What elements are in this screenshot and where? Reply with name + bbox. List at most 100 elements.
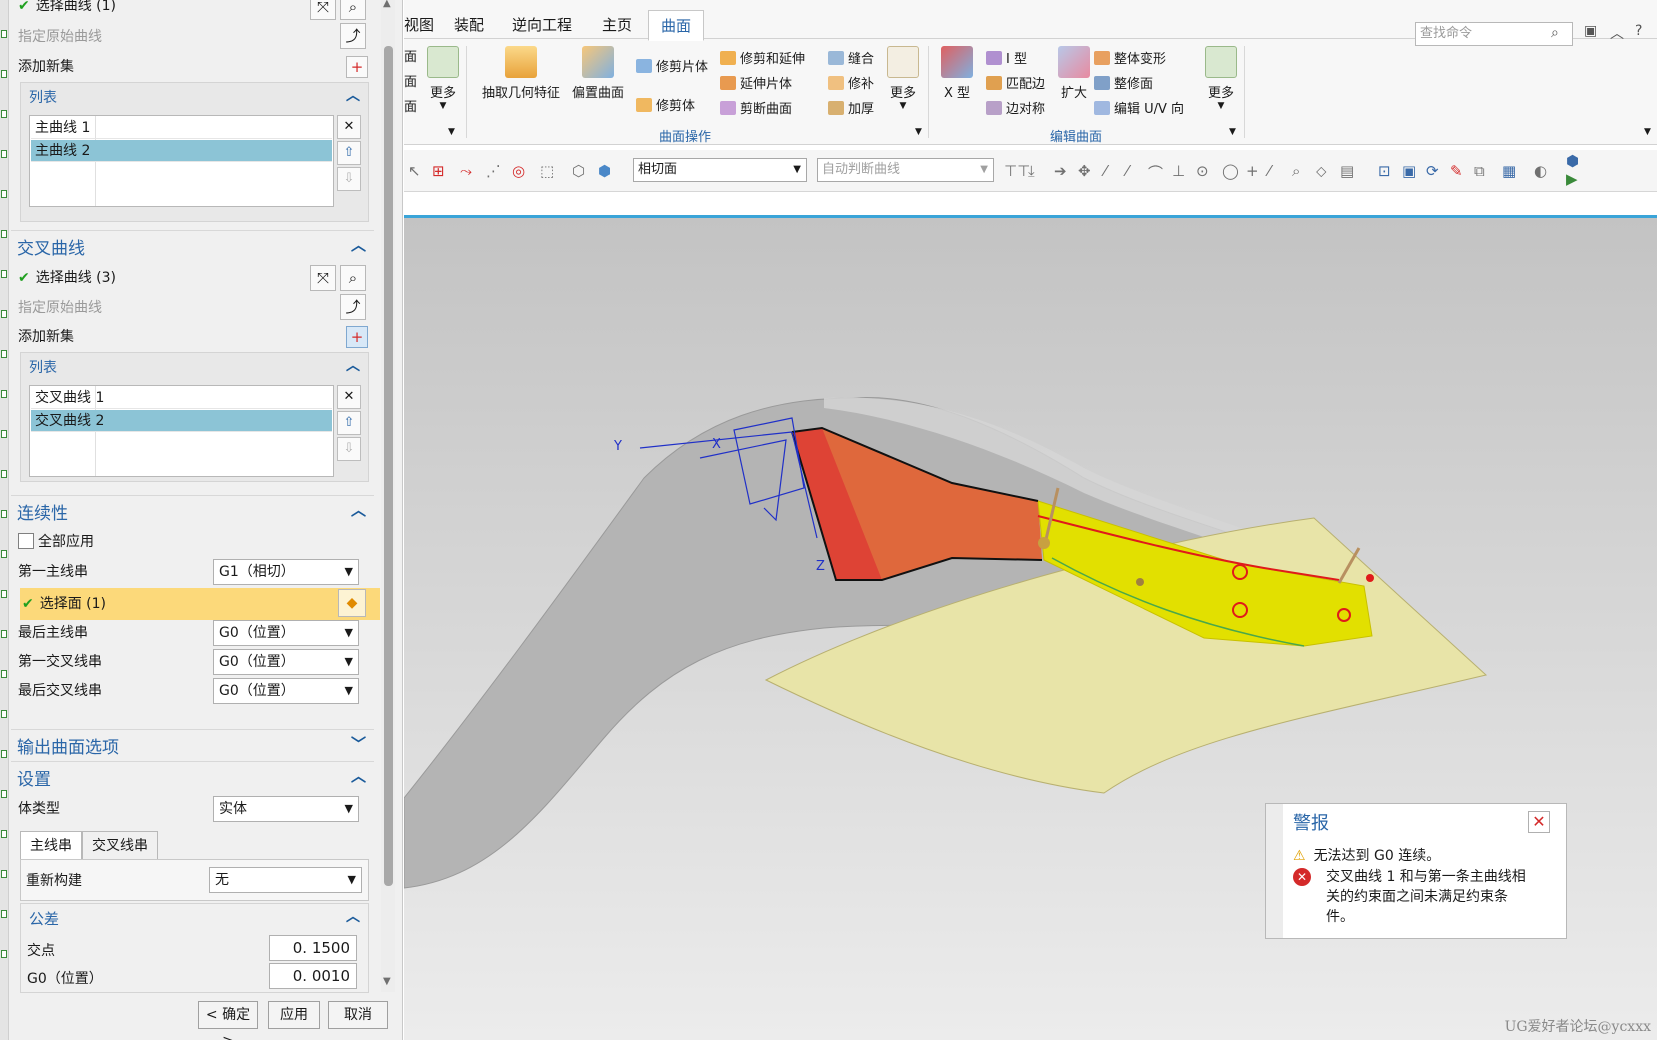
snap-intersect-icon[interactable]: ⊥ <box>1172 162 1185 180</box>
x-form-button[interactable]: X 型 <box>934 46 980 101</box>
curve-rule-select[interactable]: 自动判断曲线 ▼ <box>817 158 994 182</box>
patch-button[interactable]: 修补 <box>828 73 874 92</box>
partial-command[interactable]: 面 <box>404 96 417 115</box>
add-set-icon[interactable]: + <box>346 326 368 348</box>
primary-select-curve[interactable]: ✔ 选择曲线 (1) <box>18 0 116 18</box>
intersection-tolerance-input[interactable]: 0. 1500 <box>269 935 357 961</box>
sew-button[interactable]: 缝合 <box>828 48 874 67</box>
edit-uv-button[interactable]: 编辑 U/V 向 <box>1094 98 1184 117</box>
group-expand-icon[interactable]: ▼ <box>915 127 922 137</box>
enlarge-button[interactable]: 扩大 <box>1054 46 1094 101</box>
snap-mid-icon[interactable]: ⤓ <box>1028 162 1035 180</box>
more-button[interactable]: 更多 ▼ <box>1200 46 1242 111</box>
expand-icon[interactable]: ﹀ <box>351 733 366 754</box>
select-curve-icon[interactable]: ⌕ <box>340 0 366 20</box>
control-point[interactable] <box>1366 574 1374 582</box>
tab-primary-strings[interactable]: 主线串 <box>20 831 82 860</box>
snap-tangent-icon[interactable]: ⁄ <box>1126 162 1129 180</box>
cancel-button[interactable]: 取消 <box>328 1001 388 1029</box>
collapse-icon[interactable]: ︿ <box>346 85 360 105</box>
collapse-icon[interactable]: ︿ <box>346 355 360 375</box>
collapse-icon[interactable]: ︿ <box>346 906 360 926</box>
restore-icon[interactable]: ▣ <box>1584 23 1597 39</box>
remove-icon[interactable]: ✕ <box>337 385 361 409</box>
face-rule-select[interactable]: 相切面 ▼ <box>633 158 807 182</box>
orient-view-icon[interactable]: ⬢ <box>1566 152 1579 170</box>
tab-assembly[interactable]: 装配 <box>454 14 484 35</box>
snap-bounded-icon[interactable]: ⬦ <box>1316 162 1327 180</box>
rectangle-select-icon[interactable]: ⬚ <box>540 162 554 180</box>
rotate-icon[interactable]: ⟳ <box>1426 162 1439 180</box>
partial-command[interactable]: 面 <box>404 71 417 90</box>
list-item[interactable]: 交叉曲线 2 <box>31 410 332 432</box>
fix-surface-button[interactable]: 整修面 <box>1094 73 1153 92</box>
command-search-input[interactable]: 查找命令 <box>1415 22 1573 46</box>
edge-symmetry-button[interactable]: 边对称 <box>986 98 1045 117</box>
g0-tolerance-input[interactable]: 0. 0010 <box>269 963 357 989</box>
add-set-icon[interactable]: + <box>346 56 368 78</box>
tab-reverse-engineering[interactable]: 逆向工程 <box>512 14 572 35</box>
origin-curve-icon[interactable]: ⤴ <box>340 294 366 320</box>
select-solid-icon[interactable]: ⬢ <box>598 162 611 180</box>
list-item[interactable]: 主曲线 2 <box>31 140 332 162</box>
scrollbar-thumb[interactable] <box>384 46 393 886</box>
list-item[interactable]: 交叉曲线 1 <box>31 387 332 409</box>
help-icon[interactable]: ? <box>1635 23 1642 39</box>
render-style-icon[interactable]: ▦ <box>1502 162 1516 180</box>
ribbon-options-icon[interactable]: ▼ <box>1644 127 1651 137</box>
collapse-ribbon-icon[interactable]: ︿ <box>1610 23 1624 43</box>
snap-grid-icon[interactable]: ▤ <box>1340 162 1354 180</box>
snap-end-icon[interactable]: ⊤⊤ <box>1004 162 1030 180</box>
layer-icon[interactable]: ▶ <box>1566 170 1578 188</box>
settings-section[interactable]: 设置 ︿ <box>11 761 374 790</box>
continuity-section[interactable]: 连续性 ︿ <box>11 495 374 524</box>
scroll-down-icon[interactable]: ▼ <box>383 976 391 987</box>
cross-select-curve[interactable]: ✔ 选择曲线 (3) <box>18 266 116 290</box>
group-expand-icon[interactable]: ▼ <box>448 127 455 137</box>
filter-icon[interactable]: ⊞ <box>432 162 445 180</box>
extract-geometry-button[interactable]: 抽取几何特征 <box>476 46 566 101</box>
trim-extend-button[interactable]: 修剪和延伸 <box>720 48 805 67</box>
shading-icon[interactable]: ◐ <box>1534 162 1547 180</box>
scroll-up-icon[interactable]: ▲ <box>383 0 391 9</box>
tab-cross-strings[interactable]: 交叉线串 <box>82 831 158 860</box>
rebuild-select[interactable]: 无 ▼ <box>209 867 362 893</box>
snap-on-face-icon[interactable]: ⌕ <box>1292 162 1300 180</box>
curve-rule-icon[interactable]: ⤧ <box>310 0 336 20</box>
move-up-icon[interactable]: ⇧ <box>337 411 361 435</box>
global-shaping-button[interactable]: 整体变形 <box>1094 48 1166 67</box>
perspective-icon[interactable]: ⧉ <box>1474 162 1485 180</box>
select-feature-icon[interactable]: ⋰ <box>486 162 501 180</box>
more-button[interactable]: 更多 ▼ <box>882 46 924 111</box>
snap-arrow-icon[interactable]: ➔ <box>1054 162 1067 180</box>
first-primary-select[interactable]: G1（相切） ▼ <box>213 559 359 585</box>
snap-line-icon[interactable]: ⁄ <box>1104 162 1107 180</box>
snap-icon[interactable]: ⤳ <box>460 162 472 180</box>
partial-command[interactable]: 面 <box>404 46 417 65</box>
more-button[interactable]: 更多 ▼ <box>422 46 464 111</box>
control-point[interactable] <box>1136 578 1144 586</box>
close-icon[interactable]: ✕ <box>1528 811 1550 833</box>
extend-sheet-button[interactable]: 延伸片体 <box>720 73 792 92</box>
match-edge-button[interactable]: 匹配边 <box>986 73 1045 92</box>
search-icon[interactable]: ⌕ <box>1551 25 1559 41</box>
collapse-icon[interactable]: ︿ <box>351 234 366 255</box>
view-zoom-icon[interactable]: ▣ <box>1402 162 1416 180</box>
tab-surface[interactable]: 曲面 <box>648 10 705 41</box>
snap-on-curve-icon[interactable]: ⁄ <box>1268 162 1271 180</box>
offset-surface-button[interactable]: 偏置曲面 <box>566 46 630 101</box>
snap-center-icon[interactable]: ⊙ <box>1196 162 1209 180</box>
list-item[interactable]: 主曲线 1 <box>31 117 332 139</box>
snap-curve-icon[interactable]: ⌒ <box>1148 162 1163 183</box>
collapse-icon[interactable]: ︿ <box>351 499 366 520</box>
last-primary-select[interactable]: G0（位置） ▼ <box>213 620 359 646</box>
tab-home[interactable]: 主页 <box>602 14 632 35</box>
remove-icon[interactable]: ✕ <box>337 115 361 139</box>
move-down-icon[interactable]: ⇩ <box>337 437 361 461</box>
output-options-section[interactable]: 输出曲面选项 ﹀ <box>11 729 374 758</box>
body-type-select[interactable]: 实体 ▼ <box>213 796 359 822</box>
snap-point-icon[interactable]: + <box>1246 162 1259 180</box>
cross-curves-section[interactable]: 交叉曲线 ︿ <box>11 230 374 259</box>
pan-icon[interactable]: ✎ <box>1450 162 1463 180</box>
tab-view[interactable]: 视图 <box>404 14 434 35</box>
